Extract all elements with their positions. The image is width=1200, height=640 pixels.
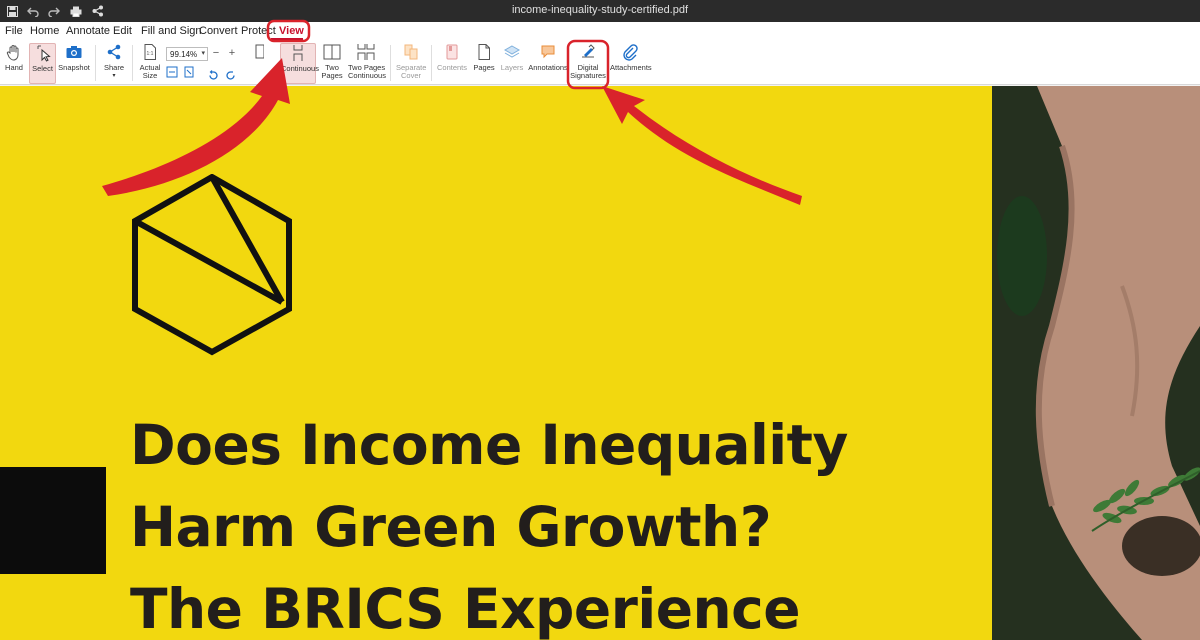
ribbon-separator — [431, 45, 432, 81]
separate-cover-button[interactable]: Separate Cover — [396, 43, 426, 80]
document-view[interactable]: Does Income Inequality Harm Green Growth… — [0, 86, 1200, 640]
active-menu-underline — [271, 38, 303, 40]
layers-panel-button[interactable]: Layers — [500, 43, 524, 72]
zoom-in-button[interactable]: + — [225, 47, 239, 61]
ribbon-toolbar: Hand Select Snapshot Share ▾ 1:1 Actual … — [0, 41, 1200, 85]
share-icon — [107, 44, 121, 60]
contents-panel-button[interactable]: Contents — [437, 43, 467, 72]
actual-size-icon: 1:1 — [144, 44, 156, 60]
two-pages-icon — [323, 44, 341, 60]
continuous-icon — [293, 45, 303, 61]
menu-annotate[interactable]: Annotate — [66, 25, 110, 37]
signature-pen-icon — [582, 44, 595, 58]
chevron-down-icon: ▾ — [112, 73, 116, 79]
window-title: income-inequality-study-certified.pdf — [511, 4, 689, 16]
two-pages-button[interactable]: Two Pages — [320, 43, 344, 80]
chevron-down-icon: ▾ — [201, 50, 205, 57]
hand-tool-button[interactable]: Hand — [3, 43, 25, 72]
svg-text:1:1: 1:1 — [147, 51, 154, 57]
menu-file[interactable]: File — [5, 25, 23, 37]
actual-size-button[interactable]: 1:1 Actual Size — [138, 43, 162, 80]
attachments-panel-button[interactable]: Attachments — [610, 43, 652, 72]
ribbon-separator — [95, 45, 96, 81]
single-page-button[interactable] — [253, 43, 265, 61]
menu-home[interactable]: Home — [30, 25, 59, 37]
separate-cover-icon — [404, 44, 418, 60]
paperclip-icon — [623, 44, 638, 61]
fit-page-icon[interactable] — [183, 65, 195, 83]
ribbon-separator — [132, 45, 133, 81]
menu-view[interactable]: View — [279, 25, 304, 37]
ribbon-separator — [390, 45, 391, 81]
contents-icon — [446, 44, 458, 60]
pages-icon — [478, 44, 490, 60]
rotate-right-icon[interactable] — [225, 68, 236, 86]
pages-panel-button[interactable]: Pages — [472, 43, 496, 72]
snapshot-tool-button[interactable]: Snapshot — [58, 43, 90, 72]
two-pages-continuous-icon — [357, 44, 375, 60]
share-button[interactable]: Share ▾ — [101, 43, 127, 80]
menu-protect[interactable]: Protect — [241, 25, 276, 37]
document-title: Does Income Inequality Harm Green Growth… — [130, 413, 848, 640]
digital-signatures-button[interactable]: Digital Signatures — [570, 43, 606, 80]
annotations-panel-button[interactable]: Annotations — [528, 43, 568, 72]
layers-icon — [503, 45, 521, 58]
menu-fill-and-sign[interactable]: Fill and Sign — [141, 25, 202, 37]
menu-bar: File Home Annotate Edit Fill and Sign Co… — [0, 22, 1200, 41]
decorative-black-block — [0, 467, 106, 574]
cursor-select-icon — [37, 45, 51, 62]
select-tool-button[interactable]: Select — [29, 43, 56, 84]
cover-photo-hands-plant — [992, 86, 1200, 640]
rotate-left-icon[interactable] — [208, 68, 219, 86]
two-pages-continuous-button[interactable]: Two Pages Continuous — [348, 43, 386, 80]
menu-convert[interactable]: Convert — [199, 25, 238, 37]
camera-icon — [66, 46, 82, 58]
comment-icon — [541, 45, 555, 59]
hexagon-logo-icon — [132, 174, 292, 356]
menu-edit[interactable]: Edit — [113, 25, 132, 37]
fit-width-icon[interactable] — [166, 65, 178, 83]
zoom-out-button[interactable]: − — [209, 47, 223, 61]
continuous-view-button[interactable]: Continuous — [280, 43, 319, 84]
zoom-level-select[interactable]: 99.14% ▾ — [166, 47, 208, 61]
single-page-icon — [255, 44, 264, 59]
hand-icon — [6, 45, 19, 61]
title-bar: income-inequality-study-certified.pdf — [0, 0, 1200, 22]
